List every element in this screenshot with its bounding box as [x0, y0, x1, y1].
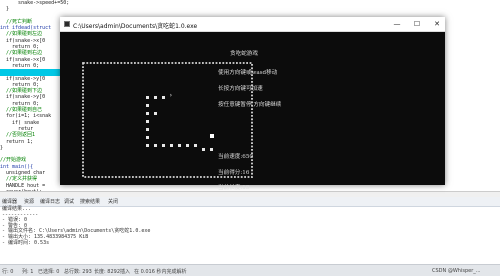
tab-debug[interactable]: 调试 — [64, 198, 74, 205]
speed-readout: 当前速度:650 — [218, 154, 253, 160]
status-selected: 已选择: 0 — [38, 269, 60, 275]
instruction-move: 使用方向键或wasd移动 — [218, 70, 278, 76]
console-window[interactable]: C:\Users\admin\Documents\贪吃蛇1.0.exe — ☐ … — [60, 17, 445, 191]
game-board-border — [82, 62, 253, 178]
status-col: 列: 1 — [22, 269, 34, 275]
output-line: - 编译时间: 0.53s — [2, 239, 50, 246]
snake-segment — [170, 144, 173, 147]
snake-segment — [186, 144, 189, 147]
status-length: 长度: 8292 — [94, 269, 120, 275]
snake-segment — [146, 136, 149, 139]
food-item — [210, 134, 214, 138]
snake-segment — [146, 144, 149, 147]
compile-output: 编译结果... ------------ - 错误: 0- 警告: 0- 输出文件名… — [0, 206, 500, 262]
snake-segment — [146, 96, 149, 99]
snake-head-icon: › — [169, 92, 173, 99]
tab-compile-log[interactable]: 编译日志 — [40, 198, 60, 205]
watermark: CSDN @Whisper_... — [432, 268, 481, 274]
status-bar: 行: 0 列: 1 已选择: 0 总行数: 293 长度: 8292 插入 在 … — [0, 264, 500, 276]
status-mode: 插入 — [120, 269, 131, 275]
console-app-icon — [64, 21, 70, 27]
snake-segment — [162, 96, 165, 99]
tab-compiler[interactable]: 编译器 — [2, 198, 17, 205]
minimize-button[interactable]: — — [390, 19, 404, 29]
instruction-speed-up: 长按方向键可加速 — [218, 86, 263, 92]
tab-close[interactable]: 关闭 — [108, 198, 118, 205]
close-button[interactable]: ✕ — [430, 19, 444, 29]
console-titlebar[interactable]: C:\Users\admin\Documents\贪吃蛇1.0.exe — ☐ … — [60, 17, 445, 32]
length-readout: 当前长度:19 — [218, 185, 250, 191]
snake-segment — [146, 120, 149, 123]
snake-segment — [154, 96, 157, 99]
maximize-button[interactable]: ☐ — [410, 19, 424, 29]
status-line: 行: 0 — [2, 269, 14, 275]
snake-segment — [194, 144, 197, 147]
console-title: C:\Users\admin\Documents\贪吃蛇1.0.exe — [73, 22, 198, 30]
snake-segment — [162, 144, 165, 147]
bottom-panel-tabs: 编译器 资源 编译日志 调试 搜索结果 关闭 — [0, 197, 500, 207]
tab-resources[interactable]: 资源 — [24, 198, 34, 205]
status-total-lines: 总行数: 293 — [64, 269, 92, 275]
instruction-pause: 按任意键暂停,方向键继续 — [218, 102, 282, 108]
code-line[interactable]: snake->speed+=50; — [0, 0, 70, 6]
score-readout: 当前得分:16 — [218, 170, 250, 176]
snake-segment — [146, 104, 149, 107]
snake-segment — [154, 144, 157, 147]
snake-segment — [146, 112, 149, 115]
game-area: › 贪吃蛇游戏 使用方向键或wasd移动 长按方向键可加速 按任意键暂停,方向键… — [60, 32, 445, 191]
snake-segment — [154, 112, 157, 115]
game-title: 贪吃蛇游戏 — [230, 51, 258, 57]
status-parse-time: 在 0.016 秒内完成解析 — [134, 269, 187, 275]
snake-segment — [146, 128, 149, 131]
tab-search-results[interactable]: 搜索结果 — [80, 198, 100, 205]
snake-segment — [210, 148, 213, 151]
snake-segment — [178, 144, 181, 147]
snake-segment — [202, 148, 205, 151]
